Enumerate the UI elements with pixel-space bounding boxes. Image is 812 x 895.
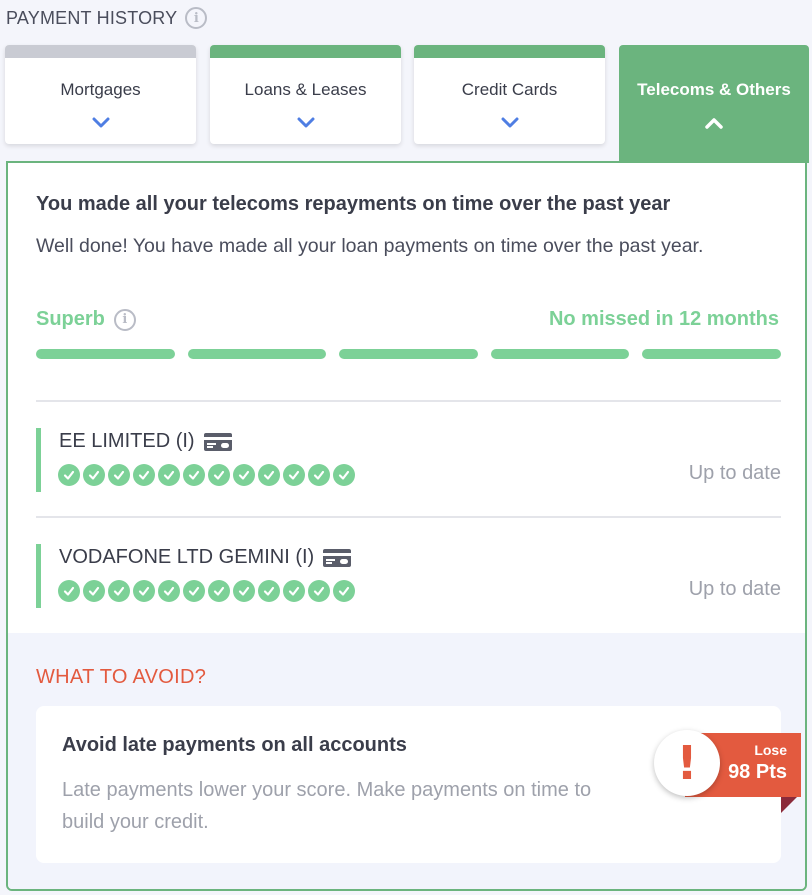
badge-lose-label: Lose [754, 742, 787, 758]
rating-segment [339, 349, 478, 359]
tab-topbar [210, 45, 401, 58]
check-icon [208, 580, 230, 602]
check-icon [233, 464, 255, 486]
account-stripe [36, 544, 41, 608]
tab-label: Credit Cards [461, 80, 558, 99]
check-icon [158, 464, 180, 486]
account-stripe [36, 428, 41, 492]
payment-checks [58, 464, 355, 486]
check-icon [308, 464, 330, 486]
card-icon [323, 548, 352, 567]
missed-summary: No missed in 12 months [548, 308, 779, 330]
info-icon[interactable]: i [113, 308, 136, 331]
check-icon [333, 580, 355, 602]
avoid-headline: Avoid late payments on all accounts [62, 734, 407, 756]
badge-points: 98 Pts [728, 761, 787, 783]
payment-checks [58, 580, 355, 602]
tab-label: Telecoms & Others [637, 80, 791, 99]
check-icon [258, 580, 280, 602]
rating-segment [642, 349, 781, 359]
summary-headline: You made all your telecoms repayments on… [36, 193, 671, 215]
rating-bar [36, 349, 781, 359]
tab-credit-cards[interactable]: Credit Cards [414, 45, 605, 144]
section-title: PAYMENT HISTORY [6, 7, 178, 28]
check-icon [283, 580, 305, 602]
account-name-wrap: EE LIMITED (I) [59, 430, 232, 453]
rating-label: Superb [36, 308, 105, 330]
chevron-down-icon [501, 117, 518, 128]
rating-segment [187, 349, 327, 359]
account-status: Up to date [688, 462, 781, 484]
account-row[interactable]: EE LIMITED (I) Up to date [36, 428, 781, 492]
check-icon [208, 464, 230, 486]
check-icon [58, 464, 80, 486]
exclamation-icon: ! [654, 730, 720, 796]
check-icon [308, 580, 330, 602]
check-icon [183, 580, 205, 602]
account-name-wrap: VODAFONE LTD GEMINI (I) [59, 546, 352, 569]
divider [36, 400, 781, 402]
check-icon [283, 464, 305, 486]
section-header: PAYMENT HISTORY i [6, 7, 208, 29]
chevron-down-icon [92, 117, 109, 128]
check-icon [83, 580, 105, 602]
rating-segment [36, 349, 175, 359]
avoid-title: WHAT TO AVOID? [36, 666, 207, 688]
tab-telecoms-others[interactable]: Telecoms & Others [619, 45, 809, 163]
check-icon [183, 464, 205, 486]
rating-segment [490, 349, 630, 359]
account-name: VODAFONE LTD GEMINI (I) [59, 546, 315, 568]
tab-topbar [414, 45, 605, 58]
account-name: EE LIMITED (I) [59, 430, 195, 452]
check-icon [333, 464, 355, 486]
check-icon [258, 464, 280, 486]
chevron-up-icon [705, 118, 723, 129]
check-icon [83, 464, 105, 486]
check-icon [158, 580, 180, 602]
rating: Superb i [36, 308, 136, 331]
avoid-body: Late payments lower your score. Make pay… [62, 779, 592, 833]
telecoms-panel: You made all your telecoms repayments on… [6, 161, 807, 891]
tab-mortgages[interactable]: Mortgages [5, 45, 196, 144]
check-icon [133, 580, 155, 602]
check-icon [233, 580, 255, 602]
tab-loans-leases[interactable]: Loans & Leases [210, 45, 401, 144]
tab-topbar [5, 45, 196, 58]
check-icon [108, 580, 130, 602]
check-icon [108, 464, 130, 486]
info-icon[interactable]: i [185, 7, 208, 29]
chevron-down-icon [297, 117, 314, 128]
tab-label: Mortgages [60, 80, 141, 99]
tab-label: Loans & Leases [244, 80, 367, 99]
check-icon [58, 580, 80, 602]
divider [36, 516, 781, 518]
badge-fold [781, 797, 797, 813]
points-badge: Lose 98 Pts ! [654, 730, 805, 813]
check-icon [133, 464, 155, 486]
account-status: Up to date [688, 578, 781, 600]
card-icon [203, 432, 232, 451]
account-row[interactable]: VODAFONE LTD GEMINI (I) Up to date [36, 544, 781, 608]
summary-subtext: Well done! You have made all your loan p… [36, 235, 704, 257]
